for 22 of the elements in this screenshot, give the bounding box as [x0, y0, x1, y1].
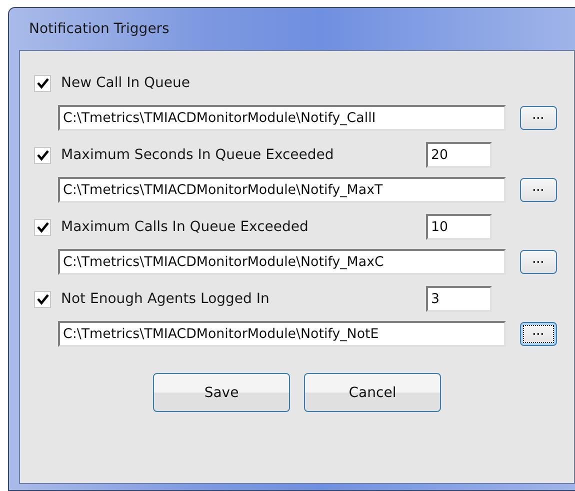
save-button[interactable]: Save — [153, 373, 290, 412]
number-field[interactable]: 20 — [426, 142, 492, 168]
path-field[interactable]: C:\Tmetrics\TMIACDMonitorModule\Notify_NotE — [58, 321, 506, 347]
window-title: Notification Triggers — [28, 20, 170, 39]
cancel-button[interactable]: Cancel — [304, 373, 441, 412]
checkbox[interactable] — [34, 290, 51, 308]
number-field[interactable]: 10 — [426, 214, 492, 240]
checkbox[interactable] — [34, 74, 51, 92]
checkbox-label: Maximum Seconds In Queue Exceeded — [61, 147, 335, 163]
checkbox-label: Maximum Calls In Queue Exceeded — [61, 219, 310, 235]
number-field[interactable]: 3 — [426, 286, 492, 312]
checkbox[interactable] — [34, 146, 51, 164]
path-field[interactable]: C:\Tmetrics\TMIACDMonitorModule\Notify_MaxT — [58, 177, 506, 203]
path-field[interactable]: C:\Tmetrics\TMIACDMonitorModule\Notify_MaxC — [58, 249, 506, 275]
browse-button[interactable]: ··· — [520, 250, 557, 274]
browse-button[interactable]: ··· — [520, 178, 557, 202]
checkbox[interactable] — [34, 218, 51, 236]
checkbox-label: New Call In Queue — [61, 75, 192, 91]
checkbox-label: Not Enough Agents Logged In — [61, 291, 270, 307]
browse-button[interactable]: ··· — [520, 322, 557, 346]
path-field[interactable]: C:\Tmetrics\TMIACDMonitorModule\Notify_CallI — [58, 105, 506, 131]
browse-button[interactable]: ··· — [520, 106, 557, 130]
